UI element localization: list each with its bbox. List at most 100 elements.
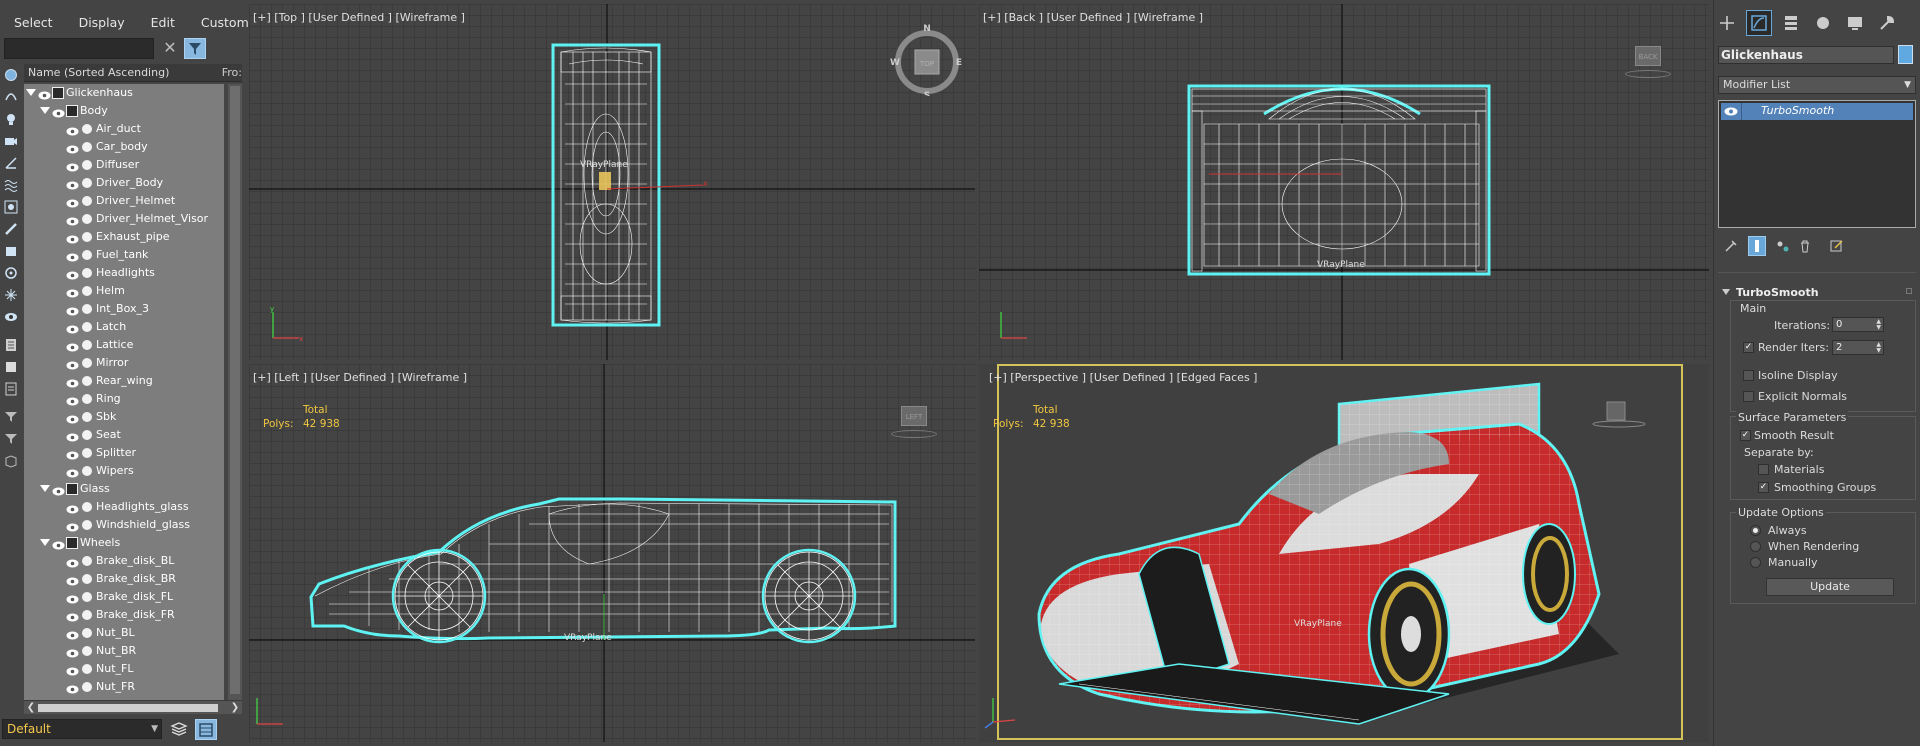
eye-icon[interactable] bbox=[66, 142, 79, 154]
utilities-tab-icon[interactable] bbox=[1874, 10, 1900, 36]
scroll-right-icon[interactable]: ❯ bbox=[228, 701, 242, 715]
tree-object-row[interactable]: Brake_disk_BL bbox=[24, 552, 224, 570]
eye-icon[interactable] bbox=[66, 682, 79, 694]
materials-checkbox[interactable] bbox=[1758, 464, 1769, 475]
tree-object-row[interactable]: Exhaust_pipe bbox=[24, 228, 224, 246]
viewport-back[interactable]: VRayPlane [+] [Back ] [User Defined ] [W… bbox=[979, 4, 1709, 360]
eye-icon[interactable] bbox=[52, 106, 65, 118]
tree-object-row[interactable]: Ring bbox=[24, 390, 224, 408]
viewcube-compass[interactable]: TOP N S E W bbox=[889, 20, 965, 96]
eye-icon[interactable] bbox=[66, 628, 79, 640]
tree-group-row[interactable]: Glickenhaus bbox=[24, 84, 224, 102]
viewport-perspective[interactable]: VRayPlane [+] [Perspective ] [User Defin… bbox=[979, 364, 1709, 742]
xrefs-filter-icon[interactable] bbox=[2, 264, 20, 282]
eye-icon[interactable] bbox=[1724, 107, 1738, 116]
lights-filter-icon[interactable] bbox=[2, 110, 20, 128]
pin-stack-icon[interactable] bbox=[1722, 236, 1740, 256]
cameras-filter-icon[interactable] bbox=[2, 132, 20, 150]
groups-filter-icon[interactable] bbox=[2, 198, 20, 216]
tree-object-row[interactable]: Lattice bbox=[24, 336, 224, 354]
eye-icon[interactable] bbox=[66, 610, 79, 622]
search-input[interactable] bbox=[4, 38, 154, 59]
tree-object-row[interactable]: Nut_FR bbox=[24, 678, 224, 696]
eye-icon[interactable] bbox=[66, 178, 79, 190]
tree-object-row[interactable]: Latch bbox=[24, 318, 224, 336]
viewport-label-perspective[interactable]: [+] [Perspective ] [User Defined ] [Edge… bbox=[989, 371, 1257, 384]
spacewarps-filter-icon[interactable] bbox=[2, 176, 20, 194]
eye-icon[interactable] bbox=[66, 214, 79, 226]
menu-select[interactable]: Select bbox=[0, 10, 65, 34]
helpers-filter-icon[interactable] bbox=[2, 154, 20, 172]
tree-object-row[interactable]: Headlights_glass bbox=[24, 498, 224, 516]
display-tab-icon[interactable] bbox=[1842, 10, 1868, 36]
tree-object-row[interactable]: Driver_Helmet bbox=[24, 192, 224, 210]
manually-radio[interactable] bbox=[1750, 557, 1761, 568]
eye-icon[interactable] bbox=[66, 160, 79, 172]
viewport-label-back[interactable]: [+] [Back ] [User Defined ] [Wireframe ] bbox=[983, 11, 1203, 24]
tree-object-row[interactable]: Windshield_glass bbox=[24, 516, 224, 534]
tree-object-row[interactable]: Rear_wing bbox=[24, 372, 224, 390]
eye-icon[interactable] bbox=[66, 196, 79, 208]
modifier-list-dropdown[interactable]: Modifier List ▼ bbox=[1718, 76, 1916, 94]
eye-icon[interactable] bbox=[66, 520, 79, 532]
containers-filter-icon[interactable] bbox=[2, 242, 20, 260]
explicit-normals-checkbox[interactable] bbox=[1743, 391, 1754, 402]
render-iters-spinner[interactable]: 2 ▲ ▼ bbox=[1832, 340, 1884, 355]
viewport-label-top[interactable]: [+] [Top ] [User Defined ] [Wireframe ] bbox=[253, 11, 465, 24]
page-icon[interactable] bbox=[2, 358, 20, 376]
always-radio[interactable] bbox=[1750, 525, 1761, 536]
viewport-label-left[interactable]: [+] [Left ] [User Defined ] [Wireframe ] bbox=[253, 371, 467, 384]
scrollbar-thumb[interactable] bbox=[230, 86, 240, 694]
tree-object-row[interactable]: Car_body bbox=[24, 138, 224, 156]
expand-arrow-icon[interactable] bbox=[40, 539, 50, 546]
tree-object-row[interactable]: Driver_Body bbox=[24, 174, 224, 192]
tree-object-row[interactable]: Nut_BL bbox=[24, 624, 224, 642]
eye-icon[interactable] bbox=[66, 430, 79, 442]
scrollbar-thumb[interactable] bbox=[38, 704, 218, 712]
tree-object-row[interactable]: Splitter bbox=[24, 444, 224, 462]
shapes-filter-icon[interactable] bbox=[2, 88, 20, 106]
tree-object-row[interactable]: Mirror bbox=[24, 354, 224, 372]
tree-group-row[interactable]: Body bbox=[24, 102, 224, 120]
tree-object-row[interactable]: Headlights bbox=[24, 264, 224, 282]
render-iters-checkbox[interactable]: ✓ bbox=[1743, 342, 1754, 353]
menu-edit[interactable]: Edit bbox=[137, 10, 187, 34]
viewcube[interactable]: BACK bbox=[1635, 46, 1661, 66]
tree-group-row[interactable]: Glass bbox=[24, 480, 224, 498]
viewport-left[interactable]: VRayPlane [+] [Left ] [User Defined ] [W… bbox=[249, 364, 975, 742]
object-name-field[interactable]: Glickenhaus bbox=[1718, 46, 1894, 64]
motion-tab-icon[interactable] bbox=[1810, 10, 1836, 36]
eye-icon[interactable] bbox=[66, 268, 79, 280]
show-end-result-icon[interactable] bbox=[1748, 236, 1766, 256]
filter-toggle-button[interactable] bbox=[184, 38, 206, 59]
rollout-pin-icon[interactable] bbox=[1906, 288, 1912, 294]
eye-icon[interactable] bbox=[66, 592, 79, 604]
column-name-header[interactable]: Name (Sorted Ascending) bbox=[24, 66, 222, 79]
spinner-arrows-icon[interactable]: ▲ ▼ bbox=[1876, 319, 1881, 331]
update-button[interactable]: Update bbox=[1766, 578, 1894, 596]
isoline-checkbox[interactable] bbox=[1743, 370, 1754, 381]
hierarchy-tab-icon[interactable] bbox=[1778, 10, 1804, 36]
column-frozen-header[interactable]: Fro: bbox=[222, 66, 242, 79]
create-tab-icon[interactable] bbox=[1714, 10, 1740, 36]
eye-icon[interactable] bbox=[52, 538, 65, 550]
tree-vertical-scrollbar[interactable] bbox=[228, 84, 242, 700]
layers-icon[interactable] bbox=[170, 720, 190, 740]
eye-icon[interactable] bbox=[66, 448, 79, 460]
tree-object-row[interactable]: Air_duct bbox=[24, 120, 224, 138]
eye-icon[interactable] bbox=[66, 358, 79, 370]
tree-horizontal-scrollbar[interactable]: ❮ ❯ bbox=[24, 700, 242, 714]
eye-icon[interactable] bbox=[66, 556, 79, 568]
when-rendering-radio[interactable] bbox=[1750, 541, 1761, 552]
tree-object-row[interactable]: Sbk bbox=[24, 408, 224, 426]
iterations-spinner[interactable]: 0 ▲ ▼ bbox=[1832, 317, 1884, 332]
tree-object-row[interactable]: Nut_BR bbox=[24, 642, 224, 660]
configure-modifier-sets-icon[interactable] bbox=[1828, 236, 1846, 256]
tree-object-row[interactable]: Brake_disk_BR bbox=[24, 570, 224, 588]
eye-icon[interactable] bbox=[66, 394, 79, 406]
layer-dropdown[interactable]: Default ▼ bbox=[2, 719, 162, 739]
layer-box-icon[interactable] bbox=[2, 452, 20, 470]
geometry-filter-icon[interactable] bbox=[2, 66, 20, 84]
list-icon[interactable] bbox=[2, 336, 20, 354]
clear-icon[interactable]: ✕ bbox=[161, 39, 179, 57]
